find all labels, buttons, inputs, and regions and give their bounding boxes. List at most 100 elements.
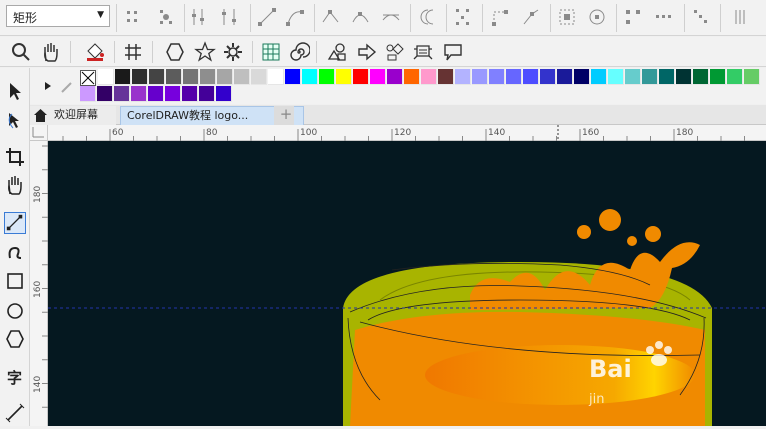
line-segment-icon[interactable] — [256, 6, 280, 28]
spiral-icon[interactable] — [288, 41, 310, 63]
rotate-nodes-icon[interactable] — [586, 6, 610, 28]
star-icon[interactable] — [194, 41, 216, 63]
color-swatch[interactable] — [199, 86, 215, 102]
color-swatch[interactable] — [676, 69, 692, 85]
graph-paper-icon[interactable] — [260, 41, 282, 63]
color-swatch[interactable] — [132, 69, 148, 85]
juice-drop[interactable] — [577, 225, 591, 239]
color-swatch[interactable] — [455, 69, 471, 85]
callout-shapes-icon[interactable] — [442, 41, 464, 63]
color-swatch[interactable] — [268, 69, 284, 85]
no-color-swatch[interactable] — [80, 70, 96, 86]
color-swatch[interactable] — [251, 69, 267, 85]
color-swatch[interactable] — [80, 86, 96, 102]
color-swatch[interactable] — [727, 69, 743, 85]
color-swatch[interactable] — [97, 86, 113, 102]
node-distribute-icon[interactable] — [124, 6, 148, 28]
cusp-node-icon[interactable] — [320, 6, 344, 28]
color-swatch[interactable] — [608, 69, 624, 85]
reverse-direction-icon[interactable] — [416, 6, 440, 28]
symmetric-node-icon[interactable] — [380, 6, 404, 28]
select-all-nodes-icon[interactable] — [652, 6, 676, 28]
grid-snap-icon[interactable] — [122, 41, 144, 63]
break-curve-icon[interactable] — [520, 6, 544, 28]
color-swatch[interactable] — [693, 69, 709, 85]
juice-drop[interactable] — [627, 236, 637, 246]
color-swatch[interactable] — [216, 86, 232, 102]
color-swatch[interactable] — [148, 86, 164, 102]
drawing-canvas[interactable]: Bai jin — [48, 141, 766, 426]
juice-drop[interactable] — [645, 226, 661, 242]
color-swatch[interactable] — [319, 69, 335, 85]
shape-type-select[interactable]: 矩形 ▼ — [6, 5, 110, 27]
distribute-nodes-icon[interactable] — [220, 6, 244, 28]
bowl-artwork[interactable] — [48, 141, 766, 426]
color-swatch[interactable] — [183, 69, 199, 85]
color-swatch[interactable] — [574, 69, 590, 85]
pan-hand-icon[interactable] — [40, 41, 62, 63]
color-swatch[interactable] — [200, 69, 216, 85]
color-swatch[interactable] — [302, 69, 318, 85]
color-swatch[interactable] — [166, 69, 182, 85]
color-swatch[interactable] — [404, 69, 420, 85]
horizontal-ruler[interactable]: 60 80 100 120 140 160 180 — [48, 125, 766, 141]
color-swatch[interactable] — [353, 69, 369, 85]
color-swatch[interactable] — [557, 69, 573, 85]
color-swatch[interactable] — [115, 69, 131, 85]
fill-bucket-icon[interactable] — [84, 41, 106, 63]
color-swatch[interactable] — [591, 69, 607, 85]
color-swatch[interactable] — [625, 69, 641, 85]
color-swatch[interactable] — [472, 69, 488, 85]
artistic-media-icon[interactable] — [4, 240, 26, 262]
juice-drop[interactable] — [599, 209, 621, 231]
flowchart-shapes-icon[interactable] — [384, 41, 406, 63]
color-swatch[interactable] — [642, 69, 658, 85]
dimension-tool-icon[interactable] — [4, 402, 26, 424]
color-swatch[interactable] — [506, 69, 522, 85]
complex-star-icon[interactable] — [222, 41, 244, 63]
node-join-icon[interactable] — [154, 6, 178, 28]
tab-welcome-screen[interactable]: 欢迎屏幕 — [30, 106, 116, 125]
color-swatch[interactable] — [523, 69, 539, 85]
ellipse-tool-icon[interactable] — [4, 300, 26, 322]
color-swatch[interactable] — [114, 86, 130, 102]
smooth-node-icon[interactable] — [350, 6, 374, 28]
color-swatch[interactable] — [182, 86, 198, 102]
color-swatch[interactable] — [336, 69, 352, 85]
extend-curve-icon[interactable] — [452, 6, 476, 28]
crop-tool-icon[interactable] — [4, 146, 26, 168]
color-swatch[interactable] — [387, 69, 403, 85]
color-swatch[interactable] — [421, 69, 437, 85]
color-swatch[interactable] — [710, 69, 726, 85]
bezier-tool-icon[interactable] — [4, 212, 26, 234]
eyedropper-icon[interactable] — [60, 80, 74, 94]
reflect-nodes-icon[interactable] — [622, 6, 646, 28]
color-swatch[interactable] — [489, 69, 505, 85]
palette-scroll-right-icon[interactable] — [44, 81, 52, 91]
text-tool-icon[interactable]: 字 — [4, 366, 26, 388]
color-swatch[interactable] — [131, 86, 147, 102]
close-curve-icon[interactable] — [490, 6, 514, 28]
polygon-tool-icon[interactable] — [4, 328, 26, 350]
color-swatch[interactable] — [744, 69, 760, 85]
extract-subpath-icon[interactable] — [556, 6, 580, 28]
add-tab-button[interactable]: + — [274, 106, 294, 125]
pan-tool-icon[interactable] — [4, 174, 26, 196]
color-swatch[interactable] — [149, 69, 165, 85]
color-swatch[interactable] — [438, 69, 454, 85]
align-nodes-icon[interactable] — [190, 6, 214, 28]
color-swatch[interactable] — [217, 69, 233, 85]
curve-segment-icon[interactable] — [284, 6, 308, 28]
curve-smoothness-icon[interactable] — [728, 6, 752, 28]
color-swatch[interactable] — [370, 69, 386, 85]
arrow-shapes-icon[interactable] — [356, 41, 378, 63]
reduce-nodes-icon[interactable] — [690, 6, 714, 28]
polygon-icon[interactable] — [164, 41, 186, 63]
banner-shapes-icon[interactable] — [412, 41, 434, 63]
color-swatch[interactable] — [165, 86, 181, 102]
pick-tool-icon[interactable] — [4, 80, 26, 102]
zoom-icon[interactable] — [10, 41, 32, 63]
rectangle-tool-icon[interactable] — [4, 270, 26, 292]
color-swatch[interactable] — [540, 69, 556, 85]
basic-shapes-icon[interactable] — [326, 41, 348, 63]
